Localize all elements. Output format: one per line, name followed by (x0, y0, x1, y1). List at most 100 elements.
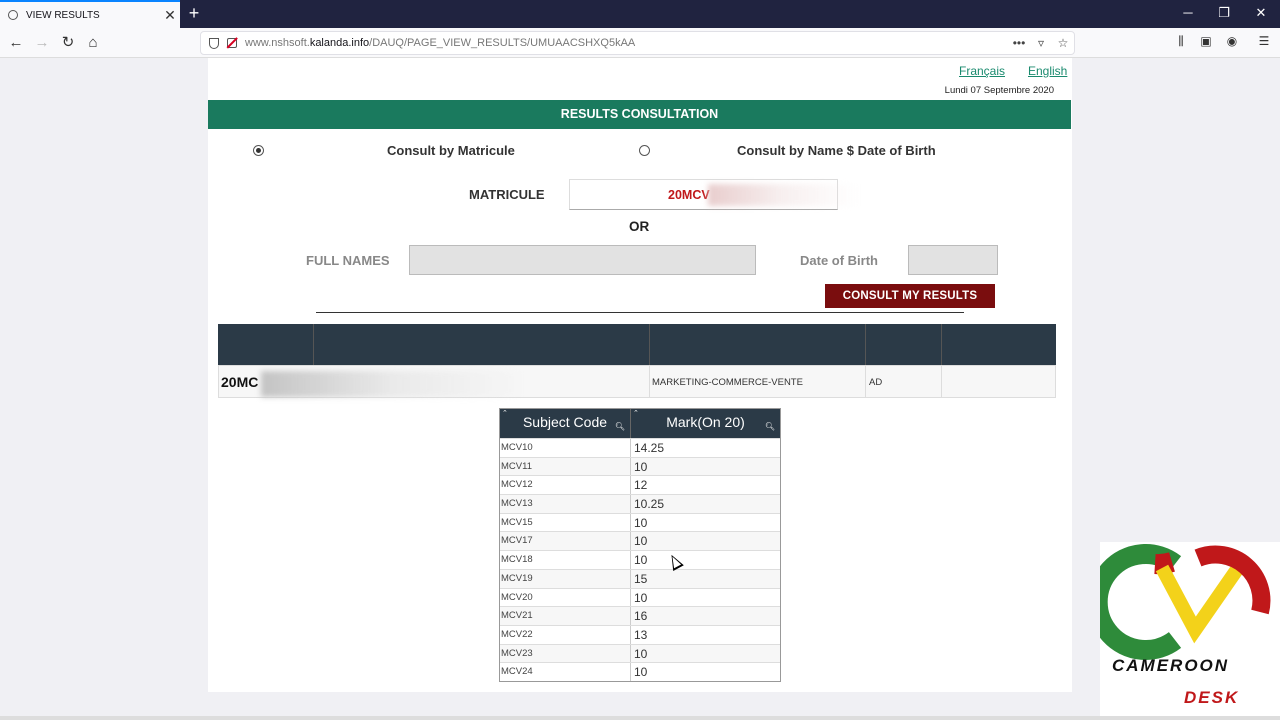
mark-cell: 16 (634, 609, 648, 624)
table-row: MCV24 10 (500, 662, 780, 681)
mark-cell: 15 (634, 571, 648, 586)
mark-cell: 12 (634, 478, 648, 493)
matricule-input[interactable]: 20MCV (569, 179, 858, 210)
mark-cell: 10 (634, 665, 648, 680)
table-row: MCV22 13 (500, 624, 780, 644)
result-row: 20MC MARKETING-COMMERCE-VENTE AD (218, 365, 1056, 398)
taskbar-edge (0, 716, 1280, 720)
matricule-label: MATRICULE (469, 187, 545, 202)
nav-bar: ← → ↻ ⌂ www.nshsoft.kalanda.info/DAUQ/PA… (0, 28, 1280, 58)
globe-icon (8, 10, 18, 20)
table-row: MCV23 10 (500, 643, 780, 663)
subject-code-cell: MCV15 (500, 513, 631, 532)
subject-code-cell: MCV22 (500, 625, 631, 644)
bookmark-star-icon[interactable]: ☆ (1052, 36, 1074, 50)
name-redaction-blur (261, 371, 525, 397)
subject-code-cell: MCV17 (500, 532, 631, 551)
table-row: MCV13 10.25 (500, 494, 780, 513)
logo-text-line2: DESK (1184, 688, 1240, 707)
marks-table: ⌃ Subject Code 🔍︎ ⌃ Mark(On 20) 🔍︎ MCV10… (499, 408, 781, 682)
logo-text-line1: CAMEROON (1112, 656, 1230, 675)
library-icon[interactable]: ⫼ (1172, 34, 1190, 49)
marks-table-body: MCV10 14.25 MCV11 10 MCV12 12 MCV13 10.25 MCV15 1… (500, 438, 780, 681)
subject-code-cell: MCV20 (500, 588, 631, 607)
fullnames-label: FULL NAMES (306, 253, 390, 268)
subject-code-cell: MCV24 (500, 663, 631, 681)
sidebar-icon[interactable]: ▣ (1197, 34, 1215, 48)
radio-matricule[interactable] (253, 145, 264, 156)
sort-icon[interactable]: ⌃ (633, 400, 639, 427)
current-date: Lundi 07 Septembre 2020 (944, 85, 1054, 96)
pocket-icon[interactable]: ▿ (1030, 36, 1052, 50)
url-bar[interactable]: www.nshsoft.kalanda.info/DAUQ/PAGE_VIEW_… (200, 31, 1075, 55)
close-window-icon[interactable]: ✕ (1251, 5, 1271, 21)
insecure-lock-icon[interactable] (227, 38, 237, 48)
matricule-value: 20MCV (668, 188, 710, 202)
mark-cell: 10.25 (634, 497, 665, 512)
option-matricule-label: Consult by Matricule (387, 143, 515, 158)
menu-icon[interactable]: ☰ (1255, 34, 1273, 48)
redaction-blur (708, 184, 858, 206)
back-icon[interactable]: ← (5, 32, 27, 54)
radio-name-dob[interactable] (639, 145, 650, 156)
home-icon[interactable]: ⌂ (82, 32, 104, 54)
result-decision: AD (869, 377, 883, 388)
browser-tab[interactable]: VIEW RESULTS ✕ (0, 0, 180, 28)
subject-code-cell: MCV23 (500, 644, 631, 663)
account-icon[interactable]: ◉ (1223, 34, 1241, 48)
column-subject-code[interactable]: ⌃ Subject Code 🔍︎ (500, 409, 631, 438)
lang-english-link[interactable]: English (1028, 64, 1067, 78)
dob-input[interactable] (908, 245, 998, 275)
table-row: MCV18 10 (500, 550, 780, 569)
tab-title: VIEW RESULTS (26, 9, 100, 21)
shield-icon[interactable] (209, 37, 219, 49)
marks-table-header: ⌃ Subject Code 🔍︎ ⌃ Mark(On 20) 🔍︎ (500, 409, 780, 438)
table-row: MCV20 10 (500, 587, 780, 607)
subject-code-cell: MCV21 (500, 607, 631, 625)
new-tab-button[interactable]: + (184, 3, 204, 24)
mark-cell: 10 (634, 459, 648, 474)
reload-icon[interactable]: ↻ (57, 32, 79, 54)
close-tab-icon[interactable]: ✕ (160, 7, 180, 24)
tab-bar: VIEW RESULTS ✕ + ─ ❐ ✕ (0, 0, 1280, 28)
forward-icon[interactable]: → (31, 32, 53, 54)
subject-code-cell: MCV13 (500, 495, 631, 513)
consult-results-button[interactable]: CONSULT MY RESULTS (825, 284, 995, 308)
page-banner: RESULTS CONSULTATION (208, 100, 1071, 129)
result-table-header (218, 324, 1056, 365)
table-row: MCV10 14.25 (500, 438, 780, 457)
option-name-label: Consult by Name $ Date of Birth (737, 143, 936, 158)
result-speciality: MARKETING-COMMERCE-VENTE (652, 377, 803, 388)
logo-mark-icon (1087, 544, 1271, 660)
sort-icon[interactable]: ⌃ (502, 400, 508, 427)
mark-cell: 10 (634, 553, 648, 568)
subject-code-cell: MCV10 (500, 439, 631, 457)
table-row: MCV21 16 (500, 606, 780, 625)
lang-french-link[interactable]: Français (959, 64, 1005, 78)
table-row: MCV11 10 (500, 456, 780, 476)
search-icon[interactable]: 🔍︎ (765, 413, 775, 440)
divider (316, 312, 964, 313)
table-row: MCV19 15 (500, 568, 780, 588)
subject-code-cell: MCV11 (500, 457, 631, 476)
column-mark[interactable]: ⌃ Mark(On 20) 🔍︎ (631, 409, 780, 438)
mark-cell: 10 (634, 534, 648, 549)
mark-cell: 13 (634, 627, 648, 642)
mark-cell: 10 (634, 646, 648, 661)
subject-code-cell: MCV12 (500, 476, 631, 495)
subject-code-cell: MCV18 (500, 551, 631, 569)
table-row: MCV17 10 (500, 531, 780, 551)
url-text[interactable]: www.nshsoft.kalanda.info/DAUQ/PAGE_VIEW_… (245, 37, 1008, 49)
mark-cell: 10 (634, 590, 648, 605)
subject-code-cell: MCV19 (500, 569, 631, 588)
more-actions-icon[interactable]: ••• (1008, 36, 1030, 50)
fullnames-input[interactable] (409, 245, 756, 275)
restore-icon[interactable]: ❐ (1214, 5, 1234, 21)
or-separator: OR (629, 219, 650, 234)
search-icon[interactable]: 🔍︎ (615, 413, 625, 440)
minimize-icon[interactable]: ─ (1178, 5, 1198, 20)
mark-cell: 10 (634, 515, 648, 530)
table-row: MCV15 10 (500, 512, 780, 532)
dob-label: Date of Birth (800, 253, 878, 268)
result-matricule: 20MC (221, 374, 259, 390)
